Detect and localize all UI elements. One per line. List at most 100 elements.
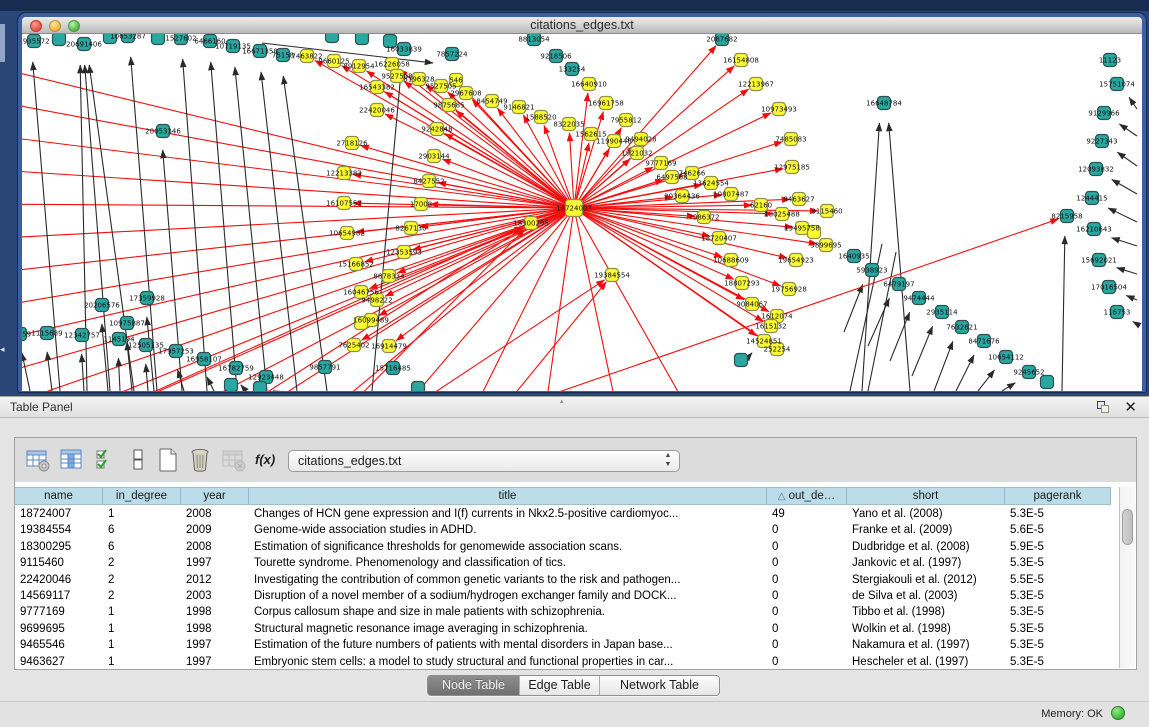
citation-edge-black [82,354,84,391]
row-options-icon[interactable] [125,447,151,473]
table-row[interactable]: 2242004622012Investigating the contribut… [15,572,1111,588]
graph-node-label: 7857224 [436,51,468,59]
table-row[interactable]: 969969511998Structural magnetic resonanc… [15,621,1111,637]
table-cell: Nakamura et al. (1997) [847,637,1005,653]
tab-node-table[interactable]: Node Table [428,676,520,695]
table-cell: Franke et al. (2009) [847,522,1005,538]
graph-node-label: 13624554 [693,180,729,188]
splitter-handle-icon[interactable]: ▴ [560,397,564,405]
citation-edge-black [889,123,910,391]
table-settings-icon[interactable] [25,447,51,473]
column-header-year[interactable]: year [181,488,249,504]
create-column-icon[interactable] [155,447,181,473]
table-cell: 1 [103,637,181,653]
table-cell: Disruption of a novel member of a sodium… [249,588,767,604]
citation-edge-black [1117,268,1137,274]
network-canvas[interactable]: 1872400718300295193845547463822966012589… [22,34,1142,391]
column-header-name[interactable]: name [15,488,103,504]
float-panel-icon[interactable] [1095,400,1111,415]
column-chooser-icon[interactable] [58,447,84,473]
table-cell: Tibbo et al. (1998) [847,604,1005,620]
table-cell: 1997 [181,654,249,669]
table-row[interactable]: 977716911998Corpus callosum shape and si… [15,604,1111,620]
citation-edge-red [372,280,604,391]
network-graph[interactable]: 1872400718300295193845547463822966012589… [22,34,1142,391]
network-window: citations_edges.txt 18724007183002951938… [18,13,1146,392]
graph-node[interactable] [53,34,66,46]
control-panel-collapsed-sliver[interactable] [0,24,5,62]
column-header-title[interactable]: title [249,488,767,504]
table-cell: 14569117 [15,588,103,604]
table-cell: 0 [767,555,847,571]
table-cell: 0 [767,621,847,637]
table-panel-header[interactable]: ▴ Table Panel ✕ [0,396,1149,418]
citation-edge-black [1112,238,1137,246]
graph-node-label: 1921032 [621,150,652,158]
table-row[interactable]: 1938455462009Genome-wide association stu… [15,522,1111,538]
graph-node-label: 2967608 [450,90,481,98]
graph-node[interactable] [326,34,339,43]
table-row[interactable]: 946362711997Embryonic stem cells: a mode… [15,654,1111,669]
delete-column-icon[interactable] [187,447,213,473]
table-cell: 0 [767,637,847,653]
table-row[interactable]: 1456911722003Disruption of a novel membe… [15,588,1111,604]
graph-node-label: 12975185 [774,164,810,172]
memory-ok-icon[interactable] [1111,706,1125,720]
column-header-short[interactable]: short [847,488,1005,504]
graph-node[interactable] [225,379,238,392]
table-row[interactable]: 1872400712008Changes of HCN gene express… [15,506,1111,522]
tab-network-table[interactable]: Network Table [600,676,719,695]
graph-node-label: 9218506 [540,53,572,61]
table-cell: 2008 [181,539,249,555]
table-cell: 5.3E-5 [1005,621,1111,637]
column-header-pagerank[interactable]: pagerank [1005,488,1111,504]
select-attributes-icon[interactable] [93,447,119,473]
graph-node-label: 2903144 [418,153,450,161]
function-builder-icon[interactable]: f(x) [255,447,281,473]
close-panel-icon[interactable]: ✕ [1124,398,1137,416]
table-cell: 0 [767,572,847,588]
graph-node-label: 7632621 [946,324,977,332]
graph-node[interactable] [254,382,267,392]
graph-node-label: 19384554 [594,272,630,280]
table-cell: 5.6E-5 [1005,522,1111,538]
table-cell: 49 [767,506,847,522]
vertical-scrollbar[interactable] [1119,487,1135,668]
graph-node-label: 16099489 [353,317,389,325]
table-selector-combobox[interactable]: citations_edges.txt ▲▼ [288,450,680,472]
graph-node-label: 18300295 [513,220,549,228]
tab-edge-table[interactable]: Edge Table [520,676,600,695]
graph-node-label: 16107552 [326,200,362,208]
table-row[interactable]: 911546021997Tourette syndrome. Phenomeno… [15,555,1111,571]
citation-edge-black [1133,322,1137,324]
graph-node-label: 17016504 [1091,284,1127,292]
scrollbar-thumb[interactable] [1122,509,1133,545]
graph-node[interactable] [1041,376,1054,389]
table-row[interactable]: 1830029562008Estimation of significance … [15,539,1111,555]
graph-node[interactable] [412,382,425,392]
table-cell: Embryonic stem cells: a model to study s… [249,654,767,669]
table-mode-tabs: Node TableEdge TableNetwork Table [427,675,720,696]
table-cell: 5.5E-5 [1005,572,1111,588]
graph-node[interactable] [735,354,748,367]
table-cell: 2009 [181,522,249,538]
table-row[interactable]: 946554611997Estimation of the future num… [15,637,1111,653]
citation-edge-black [146,364,148,391]
table-cell: 5.3E-5 [1005,604,1111,620]
graph-node[interactable] [152,34,165,45]
table-cell: 2 [103,572,181,588]
citation-edge-black [183,59,207,391]
graph-node-label: 15751074 [1099,81,1135,89]
divider-collapse-arrow-icon[interactable]: ◂ [0,341,8,357]
table-cell: 5.3E-5 [1005,654,1111,669]
table-cell: Changes of HCN gene expression and I(f) … [249,506,767,522]
column-header-in_degree[interactable]: in_degree [103,488,181,504]
column-header-out_de[interactable]: △ out_de… [767,488,847,504]
graph-node-label: 16914479 [371,343,407,351]
graph-node-label: 16543382 [359,84,395,92]
table-cell: Estimation of the future numbers of pati… [249,637,767,653]
table-cell: 0 [767,604,847,620]
graph-node-label: 17957253 [158,348,194,356]
network-window-titlebar[interactable]: citations_edges.txt [22,17,1142,34]
graph-node[interactable] [356,34,369,45]
